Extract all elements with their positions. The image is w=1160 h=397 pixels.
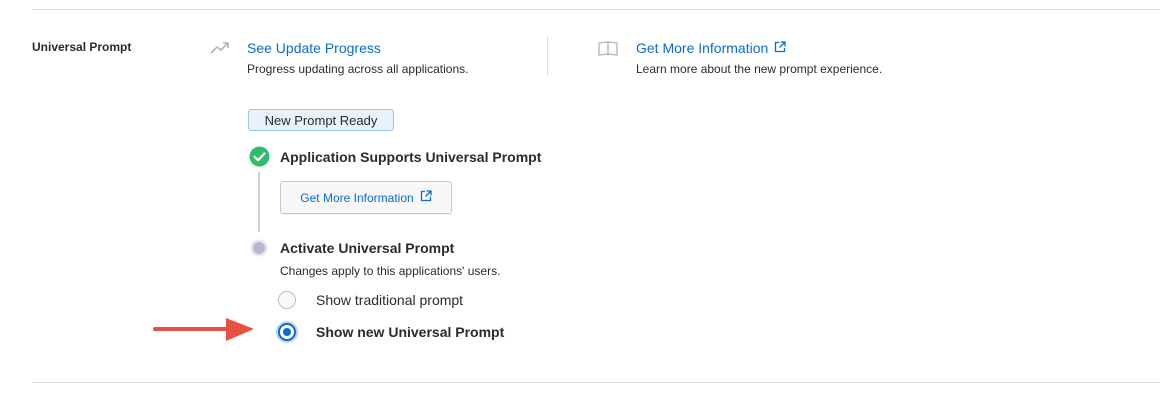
get-more-information-button-label: Get More Information xyxy=(300,190,414,205)
status-badge: New Prompt Ready xyxy=(248,109,394,131)
get-more-information-label: Get More Information xyxy=(636,40,769,56)
radio-option-universal[interactable]: Show new Universal Prompt xyxy=(278,323,504,341)
section-label: Universal Prompt xyxy=(32,40,132,54)
step-connector xyxy=(258,172,260,232)
bottom-divider xyxy=(32,382,1160,383)
radio-label-traditional: Show traditional prompt xyxy=(316,292,464,308)
get-more-information-button[interactable]: Get More Information xyxy=(280,181,452,214)
column-divider xyxy=(547,36,548,76)
book-icon xyxy=(598,41,618,62)
see-update-progress-link[interactable]: See Update Progress xyxy=(247,40,381,56)
update-progress-description: Progress updating across all application… xyxy=(247,62,469,76)
external-link-icon xyxy=(774,40,786,56)
check-circle-icon xyxy=(249,146,270,172)
step-title-supports: Application Supports Universal Prompt xyxy=(280,149,542,165)
trending-up-icon xyxy=(210,41,230,60)
pending-step-icon xyxy=(250,239,268,262)
radio-label-universal: Show new Universal Prompt xyxy=(316,324,505,340)
radio-button[interactable] xyxy=(278,291,296,309)
get-more-information-link[interactable]: Get More Information xyxy=(636,40,786,56)
external-link-icon xyxy=(420,190,432,205)
step-title-activate: Activate Universal Prompt xyxy=(280,240,455,256)
top-divider xyxy=(32,9,1160,10)
see-update-progress-label: See Update Progress xyxy=(247,40,381,56)
annotation-arrow-icon xyxy=(152,312,262,353)
more-info-description: Learn more about the new prompt experien… xyxy=(636,62,883,76)
radio-option-traditional[interactable]: Show traditional prompt xyxy=(278,291,463,309)
step-description: Changes apply to this applications' user… xyxy=(280,264,501,278)
radio-button-selected[interactable] xyxy=(278,323,296,341)
